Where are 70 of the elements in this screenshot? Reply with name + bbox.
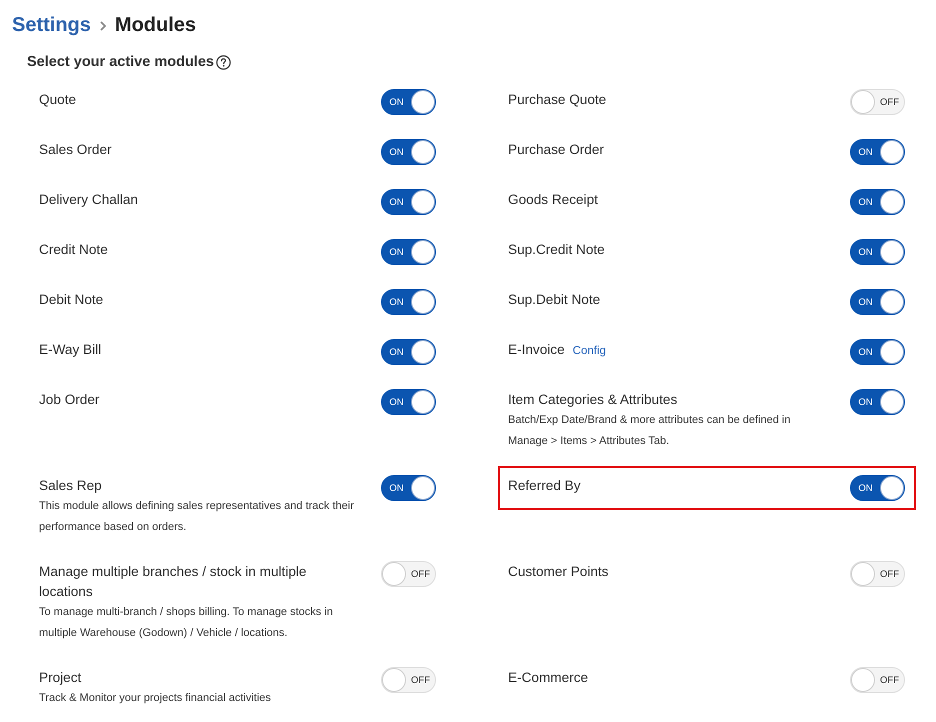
module-name: E-Commerce <box>508 669 588 687</box>
toggle-switch[interactable]: OFF <box>850 667 905 693</box>
toggle-knob <box>411 340 435 364</box>
toggle-knob <box>382 668 406 692</box>
module-name: Manage multiple branches / stock in multiple locations <box>39 563 308 601</box>
toggle-knob <box>411 190 435 214</box>
toggle-knob <box>411 240 435 264</box>
module-name: Item Categories & Attributes <box>508 391 678 409</box>
module-name: Quote <box>39 91 76 109</box>
module-name: Project <box>39 669 82 687</box>
toggle-knob <box>880 476 904 500</box>
module-description: This module allows defining sales representatives and track their performance based on orders. <box>39 499 355 534</box>
toggle-knob <box>880 390 904 414</box>
toggle-switch[interactable]: ON <box>381 289 436 315</box>
toggle-switch[interactable]: ON <box>381 189 436 215</box>
toggle-switch[interactable]: ON <box>381 475 436 501</box>
toggle-knob <box>880 340 904 364</box>
toggle-knob <box>411 140 435 164</box>
toggle-knob <box>411 476 435 500</box>
toggle-switch[interactable]: ON <box>850 289 905 315</box>
module-name: Purchase Quote <box>508 91 606 109</box>
breadcrumb-link[interactable]: Settings <box>12 14 91 36</box>
module-name: Purchase Order <box>508 141 604 159</box>
toggle-switch[interactable]: ON <box>850 475 905 501</box>
toggle-knob <box>880 140 904 164</box>
toggle-switch[interactable]: ON <box>381 239 436 265</box>
module-name: Sales Order <box>39 141 112 159</box>
module-name: E-Invoice <box>508 341 565 359</box>
toggle-switch[interactable]: ON <box>850 139 905 165</box>
toggle-switch[interactable]: OFF <box>850 89 905 115</box>
module-description: Batch/Exp Date/Brand & more attributes can be defined in Manage > Items > Attributes Tab. <box>508 413 792 448</box>
toggle-switch[interactable]: OFF <box>381 561 436 587</box>
config-link[interactable]: Config <box>572 345 606 357</box>
toggle-knob <box>411 290 435 314</box>
module-name: Sales Rep <box>39 477 102 495</box>
toggle-knob <box>382 562 406 586</box>
module-name: Job Order <box>39 391 100 409</box>
module-name: Goods Receipt <box>508 191 598 209</box>
toggle-knob <box>411 90 435 114</box>
help-icon[interactable] <box>216 54 231 70</box>
toggle-switch[interactable]: ON <box>850 339 905 365</box>
toggle-knob <box>851 90 875 114</box>
module-description: Track & Monitor your projects financial activities <box>39 691 272 706</box>
toggle-switch[interactable]: ON <box>381 89 436 115</box>
module-name: Sup.Debit Note <box>508 291 600 309</box>
toggle-switch[interactable]: ON <box>381 389 436 415</box>
toggle-switch[interactable]: ON <box>850 239 905 265</box>
section-title: Select your active modules <box>27 53 214 72</box>
toggle-switch[interactable]: OFF <box>850 561 905 587</box>
toggle-switch[interactable]: ON <box>381 139 436 165</box>
chevron-right-icon <box>100 21 106 31</box>
toggle-switch[interactable]: OFF <box>381 667 436 693</box>
toggle-switch[interactable]: ON <box>381 339 436 365</box>
toggle-knob <box>880 240 904 264</box>
page-title: Modules <box>114 14 196 36</box>
module-name: Sup.Credit Note <box>508 241 605 259</box>
toggle-knob <box>880 290 904 314</box>
toggle-switch[interactable]: ON <box>850 189 905 215</box>
module-name: Delivery Challan <box>39 191 138 209</box>
toggle-switch[interactable]: ON <box>850 389 905 415</box>
module-name: Debit Note <box>39 291 104 309</box>
module-name: E-Way Bill <box>39 341 102 359</box>
toggle-knob <box>851 562 875 586</box>
module-name: Customer Points <box>508 563 608 581</box>
toggle-knob <box>880 190 904 214</box>
module-description: To manage multi-branch / shops billing. To manage stocks in multiple Warehouse (Godown) / Vehicle / locations. <box>39 605 334 640</box>
module-name: Credit Note <box>39 241 108 259</box>
toggle-knob <box>411 390 435 414</box>
module-name: Referred By <box>508 477 581 495</box>
toggle-knob <box>851 668 875 692</box>
